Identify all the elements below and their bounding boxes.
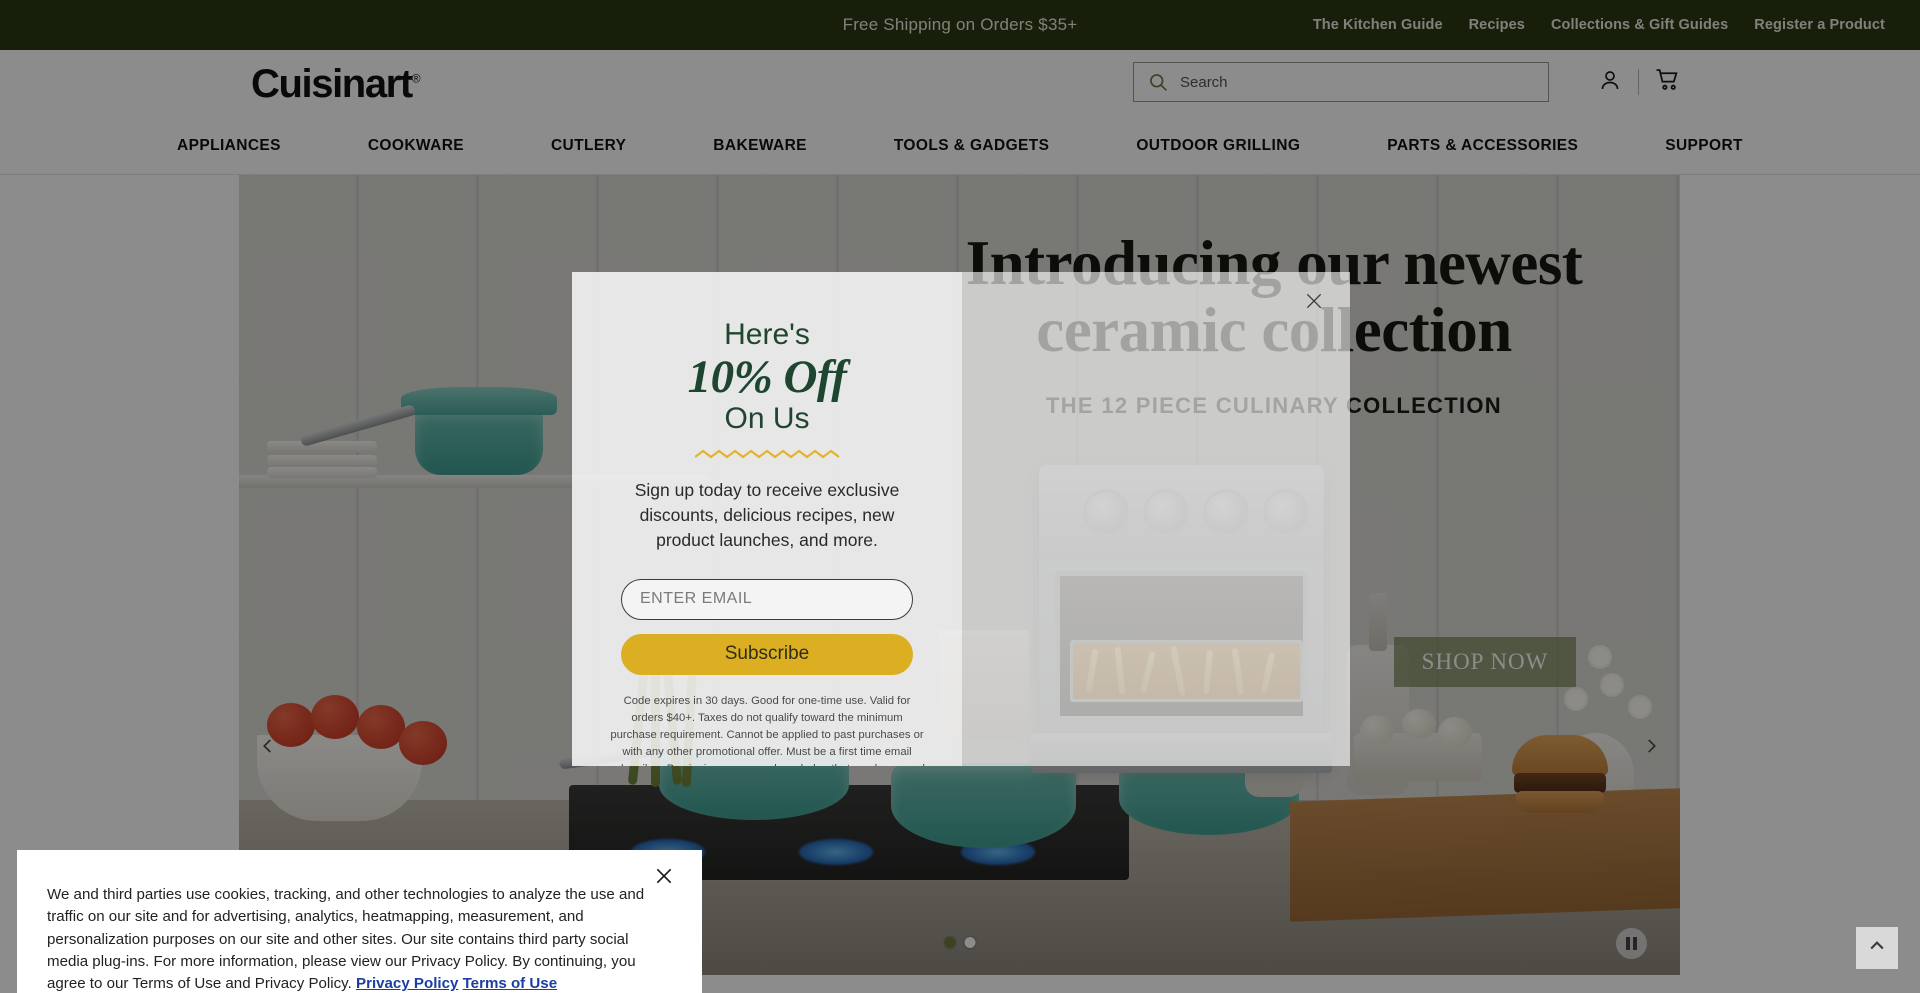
cookie-privacy-link[interactable]: Privacy Policy [356, 975, 458, 992]
email-input[interactable] [621, 578, 913, 620]
subscribe-button[interactable]: Subscribe [621, 633, 913, 675]
modal-heading-top: Here's [724, 318, 810, 351]
close-icon [1306, 293, 1322, 309]
cookie-terms-link[interactable]: Terms of Use [463, 975, 558, 992]
squiggle-divider-icon [693, 446, 840, 459]
modal-heading-main: 10% Off [687, 351, 847, 403]
modal-image-panel [962, 272, 1350, 766]
modal-fineprint: Code expires in 30 days. Good for one-ti… [608, 693, 926, 766]
modal-content-panel: Here's 10% Off On Us Sign up today to re… [572, 272, 962, 766]
cookie-banner-text: We and third parties use cookies, tracki… [47, 884, 672, 993]
fineprint-body: Code expires in 30 days. Good for one-ti… [609, 694, 925, 766]
email-signup-modal: Here's 10% Off On Us Sign up today to re… [572, 272, 1350, 766]
modal-body-text: Sign up today to receive exclusive disco… [634, 480, 900, 550]
back-to-top-button[interactable] [1856, 927, 1898, 969]
page-root: Free Shipping on Orders $35+ The Kitchen… [0, 0, 1920, 993]
chevron-up-icon [1867, 936, 1887, 961]
modal-heading-bottom: On Us [724, 402, 810, 435]
modal-close-button[interactable] [1301, 288, 1327, 314]
cookie-consent-banner: We and third parties use cookies, tracki… [17, 850, 702, 993]
close-icon [656, 868, 672, 884]
cookie-close-button[interactable] [654, 866, 674, 891]
